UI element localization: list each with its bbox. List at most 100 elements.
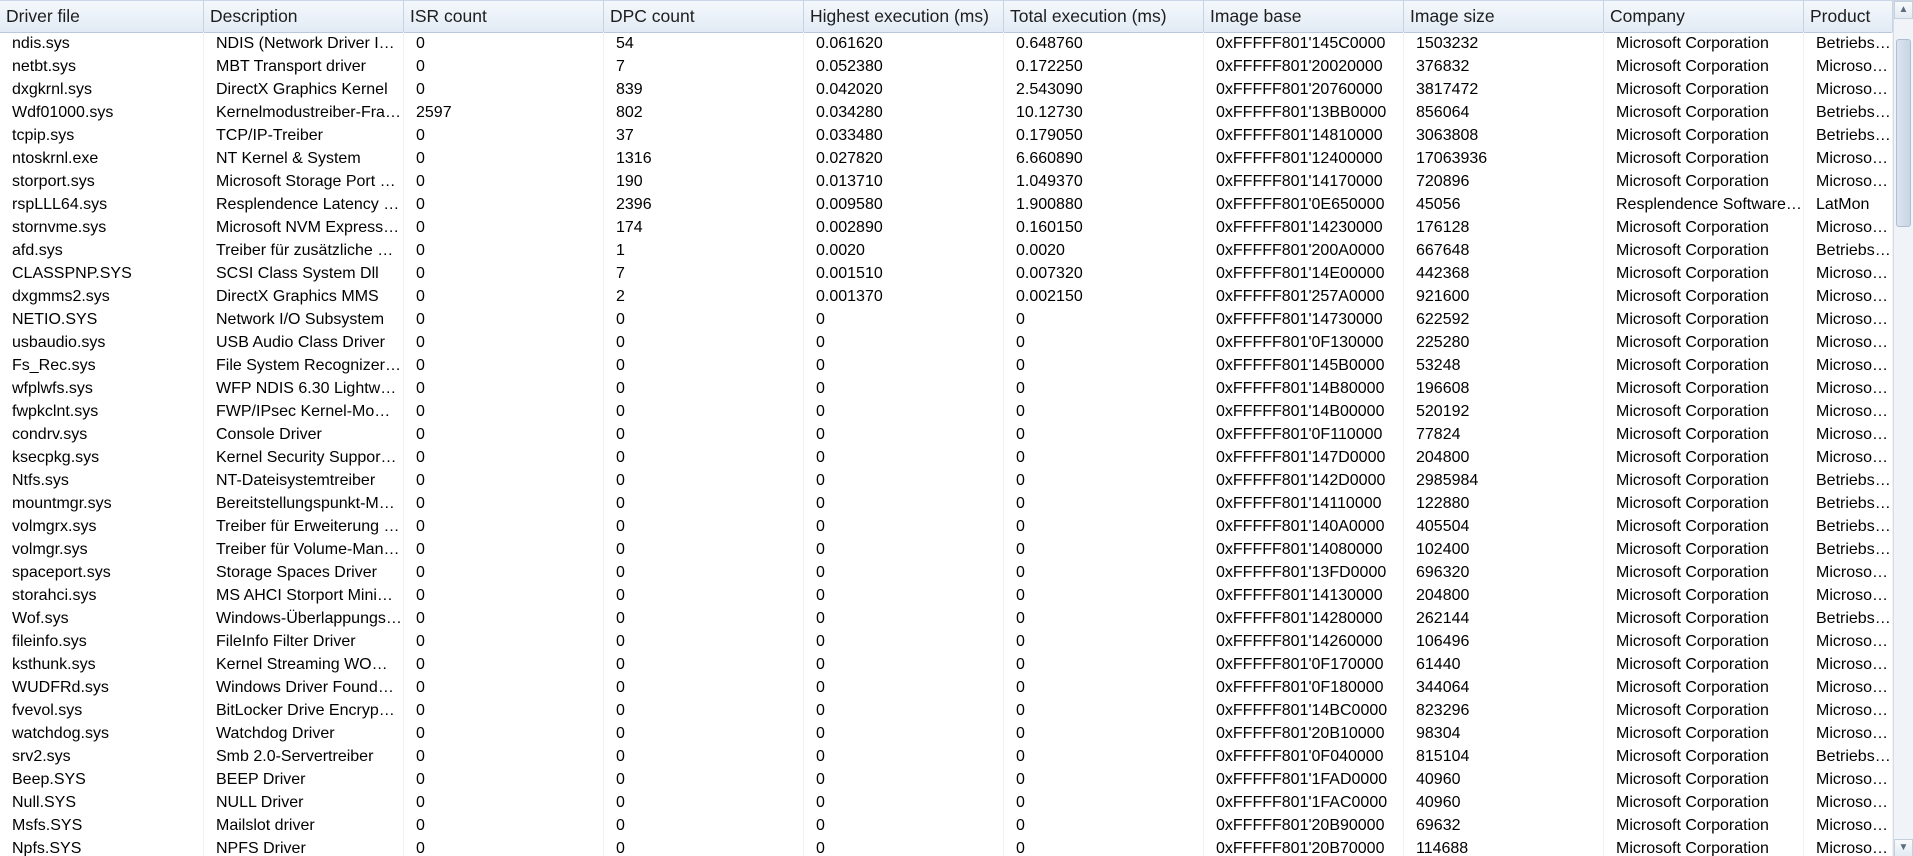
table-row[interactable]: mountmgr.sys Bereitstellungspunkt-Ma… 0 0 0 0… — [0, 492, 1893, 515]
scroll-up-button[interactable]: ▲ — [1894, 1, 1913, 19]
cell-driver: Wof.sys — [0, 607, 204, 630]
cell-isr: 2597 — [404, 101, 604, 124]
cell-isr: 0 — [404, 55, 604, 78]
cell-total: 0.007320 — [1004, 262, 1204, 285]
cell-description: NPFS Driver — [204, 837, 404, 856]
column-header-isr[interactable]: ISR count — [404, 1, 604, 32]
cell-total: 10.12730 — [1004, 101, 1204, 124]
table-row[interactable]: storahci.sys MS AHCI Storport Mini… 0 0 0 0 0x… — [0, 584, 1893, 607]
table-row[interactable]: Npfs.SYS NPFS Driver 0 0 0 0 0xFFFFF801'20B700… — [0, 837, 1893, 856]
cell-isr: 0 — [404, 653, 604, 676]
cell-base: 0xFFFFF801'0F170000 — [1204, 653, 1404, 676]
column-header-total[interactable]: Total execution (ms) — [1004, 1, 1204, 32]
cell-base: 0xFFFFF801'0E650000 — [1204, 193, 1404, 216]
scroll-thumb[interactable] — [1896, 39, 1911, 227]
table-row[interactable]: ndis.sys NDIS (Network Driver I… 0 54 0.0616… — [0, 32, 1893, 55]
column-header-dpc[interactable]: DPC count — [604, 1, 804, 32]
table-row[interactable]: watchdog.sys Watchdog Driver 0 0 0 0 0xFFFFF80… — [0, 722, 1893, 745]
table-row[interactable]: NETIO.SYS Network I/O Subsystem 0 0 0 0 0xFFFF… — [0, 308, 1893, 331]
table-row[interactable]: Wof.sys Windows-Überlappungs… 0 0 0 0 0xFFFFF8… — [0, 607, 1893, 630]
cell-dpc: 0 — [604, 745, 804, 768]
column-header-product[interactable]: Product — [1804, 1, 1893, 32]
cell-total: 0.179050 — [1004, 124, 1204, 147]
table-row[interactable]: ntoskrnl.exe NT Kernel & System 0 1316 0.027… — [0, 147, 1893, 170]
cell-total: 1.900880 — [1004, 193, 1204, 216]
cell-highest: 0 — [804, 446, 1004, 469]
table-row[interactable]: afd.sys Treiber für zusätzliche … 0 1 0.0020… — [0, 239, 1893, 262]
cell-size: 61440 — [1404, 653, 1604, 676]
table-row[interactable]: dxgkrnl.sys DirectX Graphics Kernel 0 839 0.… — [0, 78, 1893, 101]
cell-highest: 0 — [804, 676, 1004, 699]
table-row[interactable]: Null.SYS NULL Driver 0 0 0 0 0xFFFFF801'1FAC00… — [0, 791, 1893, 814]
table-row[interactable]: tcpip.sys TCP/IP-Treiber 0 37 0.033480 0.1790… — [0, 124, 1893, 147]
table-row[interactable]: Msfs.SYS Mailslot driver 0 0 0 0 0xFFFFF801'20… — [0, 814, 1893, 837]
cell-isr: 0 — [404, 354, 604, 377]
cell-highest: 0.001370 — [804, 285, 1004, 308]
scroll-track[interactable] — [1894, 19, 1913, 839]
column-header-description[interactable]: Description — [204, 1, 404, 32]
cell-description: BitLocker Drive Encryp… — [204, 699, 404, 722]
table-row[interactable]: ksecpkg.sys Kernel Security Suppor… 0 0 0 0 0x… — [0, 446, 1893, 469]
table-row[interactable]: fileinfo.sys FileInfo Filter Driver 0 0 0 0 0x… — [0, 630, 1893, 653]
column-header-size[interactable]: Image size — [1404, 1, 1604, 32]
cell-driver: srv2.sys — [0, 745, 204, 768]
table-row[interactable]: WUDFRd.sys Windows Driver Found… 0 0 0 0 0xFFF… — [0, 676, 1893, 699]
table-row[interactable]: netbt.sys MBT Transport driver 0 7 0.052380 0… — [0, 55, 1893, 78]
column-header-driver[interactable]: Driver file — [0, 1, 204, 32]
cell-driver: Msfs.SYS — [0, 814, 204, 837]
cell-highest: 0 — [804, 699, 1004, 722]
cell-description: BEEP Driver — [204, 768, 404, 791]
table-row[interactable]: Ntfs.sys NT-Dateisystemtreiber 0 0 0 0 0xFFFFF… — [0, 469, 1893, 492]
table-row[interactable]: Fs_Rec.sys File System Recognizer… 0 0 0 0 0xF… — [0, 354, 1893, 377]
cell-product: Betriebssys — [1804, 538, 1893, 561]
vertical-scrollbar[interactable]: ▲ ▼ — [1893, 1, 1913, 856]
cell-size: 53248 — [1404, 354, 1604, 377]
cell-highest: 0 — [804, 331, 1004, 354]
cell-product: Betriebssys — [1804, 32, 1893, 55]
cell-isr: 0 — [404, 377, 604, 400]
cell-product: Microsoft® — [1804, 78, 1893, 101]
cell-company: Microsoft Corporation — [1604, 216, 1804, 239]
cell-driver: netbt.sys — [0, 55, 204, 78]
table-row[interactable]: Beep.SYS BEEP Driver 0 0 0 0 0xFFFFF801'1FAD00… — [0, 768, 1893, 791]
table-row[interactable]: usbaudio.sys USB Audio Class Driver 0 0 0 0 0x… — [0, 331, 1893, 354]
cell-product: Microsoft® — [1804, 216, 1893, 239]
table-row[interactable]: rspLLL64.sys Resplendence Latency … 0 2396 0… — [0, 193, 1893, 216]
column-header-base[interactable]: Image base — [1204, 1, 1404, 32]
cell-base: 0xFFFFF801'14B80000 — [1204, 377, 1404, 400]
cell-dpc: 0 — [604, 630, 804, 653]
cell-product: Microsoft® — [1804, 285, 1893, 308]
table-row[interactable]: wfplwfs.sys WFP NDIS 6.30 Lightw… 0 0 0 0 0xFF… — [0, 377, 1893, 400]
table-row[interactable]: fvevol.sys BitLocker Drive Encryp… 0 0 0 0 0xF… — [0, 699, 1893, 722]
table-row[interactable]: spaceport.sys Storage Spaces Driver 0 0 0 0 0x… — [0, 561, 1893, 584]
cell-product: Microsoft® — [1804, 147, 1893, 170]
cell-size: 2985984 — [1404, 469, 1604, 492]
cell-dpc: 0 — [604, 676, 804, 699]
table-row[interactable]: ksthunk.sys Kernel Streaming WO… 0 0 0 0 0xFFF… — [0, 653, 1893, 676]
scroll-down-button[interactable]: ▼ — [1894, 839, 1913, 856]
cell-size: 3817472 — [1404, 78, 1604, 101]
cell-company: Microsoft Corporation — [1604, 492, 1804, 515]
cell-description: TCP/IP-Treiber — [204, 124, 404, 147]
cell-isr: 0 — [404, 676, 604, 699]
cell-isr: 0 — [404, 630, 604, 653]
table-row[interactable]: srv2.sys Smb 2.0-Servertreiber 0 0 0 0 0xFFFFF… — [0, 745, 1893, 768]
table-row[interactable]: stornvme.sys Microsoft NVM Express… 0 174 0.… — [0, 216, 1893, 239]
table-row[interactable]: volmgr.sys Treiber für Volume-Man… 0 0 0 0 0xF… — [0, 538, 1893, 561]
cell-base: 0xFFFFF801'14730000 — [1204, 308, 1404, 331]
table-row[interactable]: dxgmms2.sys DirectX Graphics MMS 0 2 0.00137… — [0, 285, 1893, 308]
table-row[interactable]: CLASSPNP.SYS SCSI Class System Dll 0 7 0.001… — [0, 262, 1893, 285]
cell-driver: dxgmms2.sys — [0, 285, 204, 308]
table-row[interactable]: condrv.sys Console Driver 0 0 0 0 0xFFFFF801'0… — [0, 423, 1893, 446]
table-row[interactable]: fwpkclnt.sys FWP/IPsec Kernel-Mo… 0 0 0 0 0xFF… — [0, 400, 1893, 423]
cell-description: Treiber für Volume-Man… — [204, 538, 404, 561]
table-row[interactable]: Wdf01000.sys Kernelmodustreiber-Fra… 2597 8… — [0, 101, 1893, 124]
cell-description: NULL Driver — [204, 791, 404, 814]
table-row[interactable]: storport.sys Microsoft Storage Port … 0 190… — [0, 170, 1893, 193]
cell-total: 0 — [1004, 653, 1204, 676]
table-row[interactable]: volmgrx.sys Treiber für Erweiterung … 0 0 0 0… — [0, 515, 1893, 538]
column-header-highest[interactable]: Highest execution (ms) — [804, 1, 1004, 32]
cell-isr: 0 — [404, 262, 604, 285]
column-header-company[interactable]: Company — [1604, 1, 1804, 32]
cell-total: 0.0020 — [1004, 239, 1204, 262]
